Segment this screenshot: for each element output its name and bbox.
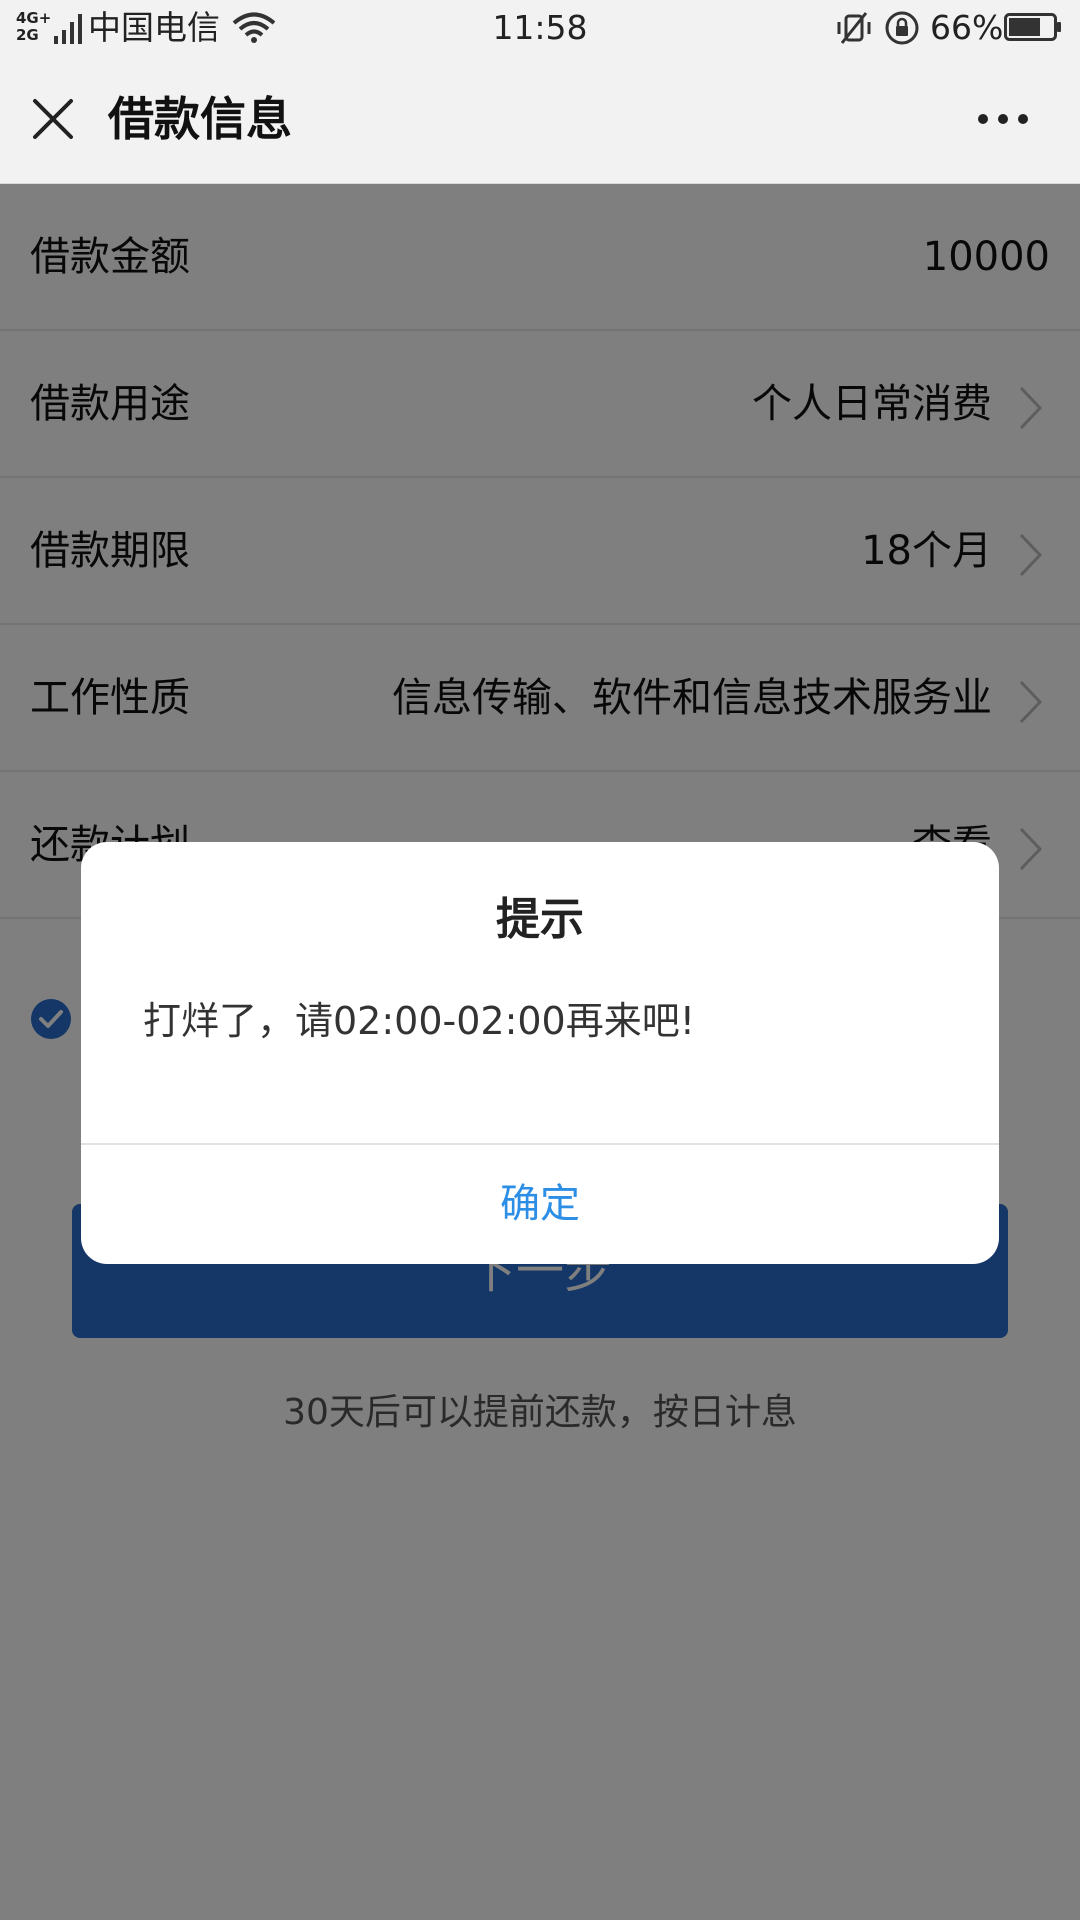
title-bar: 借款信息	[0, 56, 1080, 184]
rotation-lock-icon	[885, 11, 919, 45]
battery-percent: 66%	[930, 8, 1004, 47]
more-icon[interactable]	[976, 106, 1030, 132]
battery-icon	[1004, 13, 1061, 41]
alert-dialog: 提示 打烊了，请02:00-02:00再来吧! 确定	[81, 842, 999, 1264]
dialog-message: 打烊了，请02:00-02:00再来吧!	[143, 999, 695, 1043]
status-bar: 4G+ 2G 中国电信 11:58 66%	[0, 0, 1080, 56]
confirm-button[interactable]: 确定	[81, 1145, 999, 1264]
dialog-title: 提示	[496, 894, 584, 945]
mute-icon	[837, 12, 871, 44]
close-icon[interactable]	[30, 96, 76, 142]
page-title: 借款信息	[108, 92, 292, 146]
